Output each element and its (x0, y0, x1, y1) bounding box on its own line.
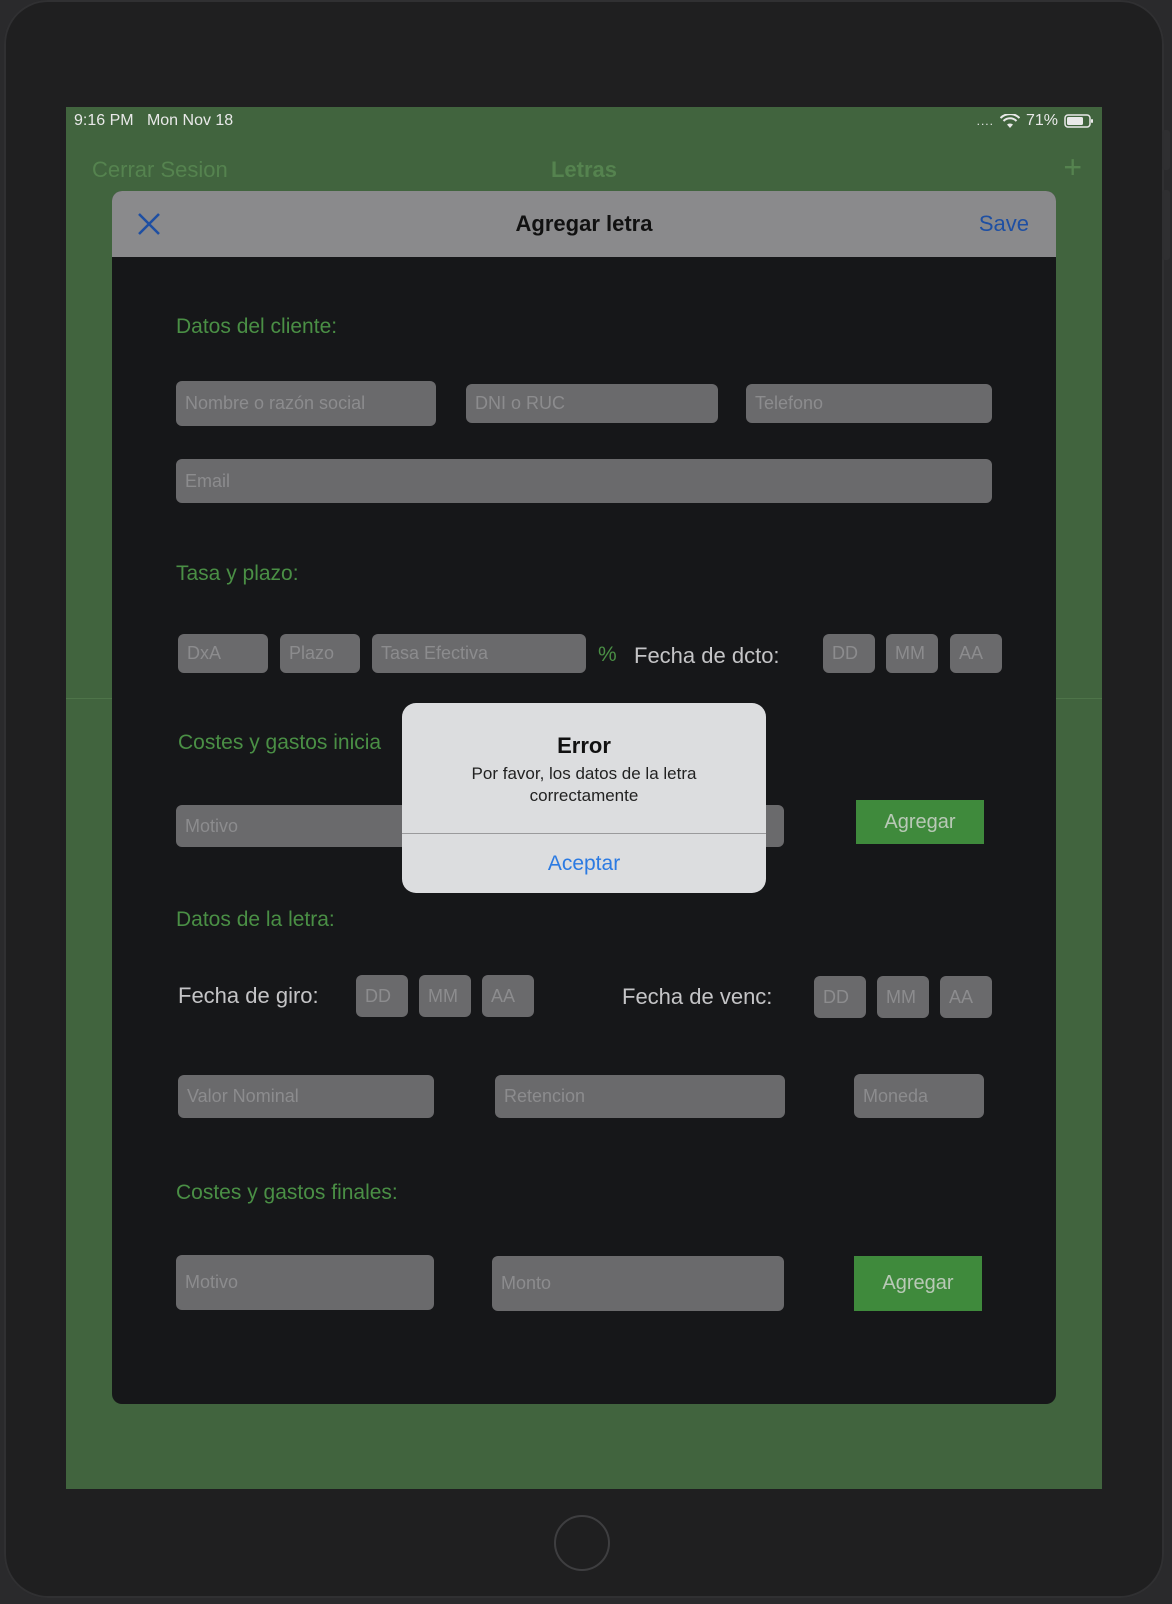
monto-field[interactable]: Monto (492, 1256, 784, 1311)
side-button-volume (1162, 190, 1170, 260)
section-costes-iniciales: Costes y gastos inicia (178, 731, 382, 754)
telefono-field[interactable]: Telefono (746, 384, 992, 423)
section-costes-finales: Costes y gastos finales: (176, 1181, 398, 1204)
giro-month-field[interactable]: MM (419, 975, 471, 1017)
status-right: .... 71% (977, 112, 1094, 130)
status-time: 9:16 PM Mon Nov 18 (74, 112, 233, 130)
giro-day-field[interactable]: DD (356, 975, 408, 1017)
modal-title: Agregar letra (515, 211, 653, 236)
venc-day-field[interactable]: DD (814, 976, 866, 1018)
tasa-efectiva-field[interactable]: Tasa Efectiva (372, 634, 586, 673)
save-button[interactable]: Save (979, 211, 1029, 237)
wifi-icon (999, 113, 1020, 128)
add-icon[interactable]: + (1063, 149, 1082, 186)
error-alert: Error Por favor, los datos de la letra c… (402, 703, 766, 893)
fecha-giro-label: Fecha de giro: (178, 983, 319, 1008)
section-cliente: Datos del cliente: (176, 315, 338, 338)
giro-year-field[interactable]: AA (482, 975, 534, 1017)
status-bar: 9:16 PM Mon Nov 18 .... 71% (66, 107, 1102, 133)
fecha-venc-label: Fecha de venc: (622, 984, 773, 1009)
agregar-inicial-button[interactable]: Agregar (856, 800, 984, 844)
motivo-final-field[interactable]: Motivo (176, 1255, 434, 1310)
retencion-field[interactable]: Retencion (495, 1075, 785, 1118)
dni-field[interactable]: DNI o RUC (466, 384, 718, 423)
dxa-field[interactable]: DxA (178, 634, 268, 673)
nombre-field[interactable]: Nombre o razón social (176, 381, 436, 426)
valor-nominal-field[interactable]: Valor Nominal (178, 1075, 434, 1118)
percent-label: % (598, 643, 617, 666)
dcto-month-field[interactable]: MM (886, 634, 938, 673)
signal-dots-icon: .... (976, 114, 994, 128)
side-button-top (1162, 130, 1170, 170)
agregar-final-button[interactable]: Agregar (854, 1256, 982, 1311)
battery-icon (1064, 114, 1093, 128)
moneda-field[interactable]: Moneda (854, 1074, 984, 1118)
alert-message: Por favor, los datos de la letra correct… (471, 764, 697, 805)
venc-year-field[interactable]: AA (940, 976, 992, 1018)
home-button[interactable] (554, 1515, 610, 1571)
plazo-field[interactable]: Plazo (280, 634, 360, 673)
modal-header: Agregar letra Save (112, 191, 1056, 257)
accept-button[interactable]: Aceptar (402, 834, 766, 893)
fecha-dcto-label: Fecha de dcto: (634, 643, 780, 668)
dcto-day-field[interactable]: DD (823, 634, 875, 673)
dcto-year-field[interactable]: AA (950, 634, 1002, 673)
time-text: 9:16 PM (74, 112, 134, 129)
date-text: Mon Nov 18 (146, 112, 234, 129)
section-letra: Datos de la letra: (176, 908, 335, 931)
alert-title: Error (557, 733, 611, 758)
venc-month-field[interactable]: MM (877, 976, 929, 1018)
section-tasa: Tasa y plazo: (176, 562, 299, 585)
nav-title: Letras (550, 157, 618, 182)
email-field[interactable]: Email (176, 459, 992, 503)
battery-percent: 71% (1025, 112, 1058, 129)
